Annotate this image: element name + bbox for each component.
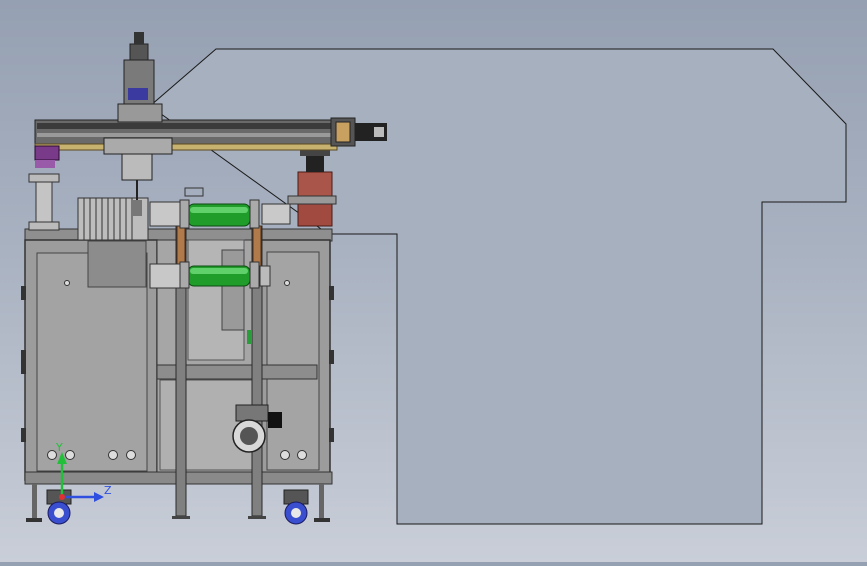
- small-hole: [284, 280, 290, 286]
- hole: [65, 450, 75, 460]
- z-axis-arrowhead: [94, 492, 104, 502]
- left-latch-mid: [21, 350, 26, 374]
- x-axis-dot: [59, 494, 65, 500]
- hole: [280, 450, 290, 460]
- caster-right: [283, 489, 309, 525]
- upper-roller: [149, 187, 291, 229]
- inner-bracket-plate: [221, 249, 245, 331]
- right-cabinet-panel: [266, 251, 320, 471]
- small-hole: [64, 280, 70, 286]
- leveling-stem: [319, 484, 324, 518]
- leveling-foot: [314, 518, 330, 522]
- right-latch-top: [329, 286, 334, 300]
- right-latch-bottom: [329, 428, 334, 442]
- copper-strip-right: [252, 225, 262, 267]
- lower-roller: [149, 261, 271, 289]
- post-foot: [172, 516, 190, 519]
- z-axis-label: Z: [104, 484, 112, 497]
- hole: [108, 450, 118, 460]
- post-green-marker: [247, 330, 252, 344]
- y-axis-label: Y: [55, 441, 63, 454]
- left-cabinet-recess: [87, 240, 147, 288]
- hole: [297, 450, 307, 460]
- post-foot: [248, 516, 266, 519]
- cad-viewport[interactable]: Y Z: [0, 0, 867, 562]
- right-latch-mid: [329, 350, 334, 364]
- caster-left: [46, 489, 72, 525]
- leveling-foot: [26, 518, 42, 522]
- left-latch-bottom: [21, 428, 26, 442]
- left-latch-top: [21, 286, 26, 300]
- pillar-support: [28, 173, 60, 231]
- leveling-stem: [32, 484, 37, 518]
- hole: [126, 450, 136, 460]
- copper-strip-left: [176, 225, 186, 267]
